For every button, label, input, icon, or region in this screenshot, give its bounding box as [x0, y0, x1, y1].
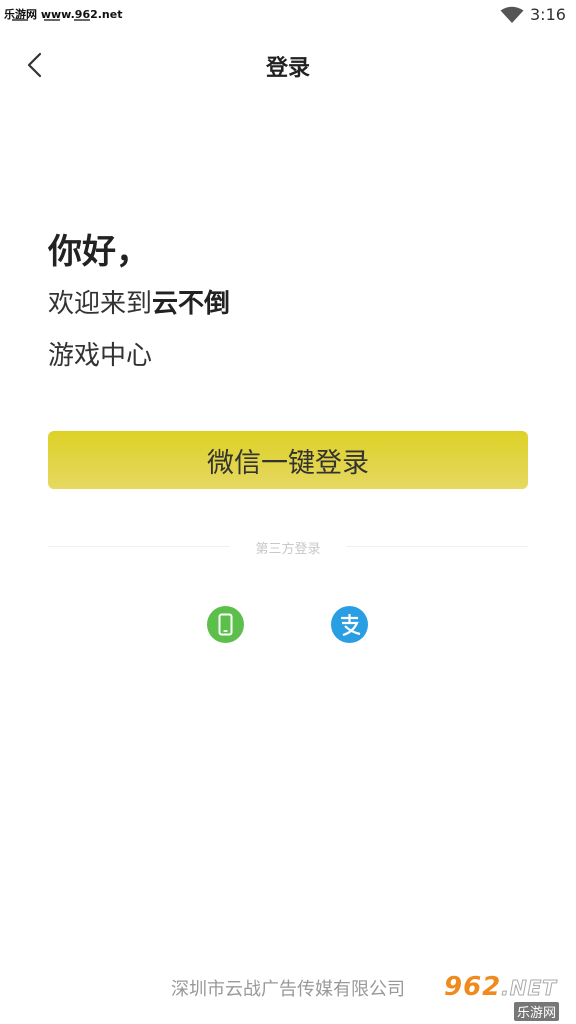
brand-name: 云不倒: [152, 289, 231, 319]
phone-login-button[interactable]: [207, 606, 244, 643]
welcome-line: 欢迎来到云不倒: [48, 283, 230, 320]
third-party-label: 第三方登录: [255, 542, 321, 557]
notification-icons: [12, 19, 90, 23]
alipay-login-button[interactable]: [331, 606, 368, 643]
nav-bar: 登录: [0, 40, 576, 92]
status-bar: 乐游网 www.962.net 3:16: [0, 0, 576, 30]
game-center-label: 游戏中心: [48, 341, 153, 371]
clock: 3:16: [530, 5, 566, 24]
back-arrow-icon[interactable]: [22, 52, 48, 78]
greeting-hello: 你好，: [48, 232, 150, 272]
watermark-logo-suffix: .NET: [501, 976, 557, 1001]
third-party-divider: 第三方登录: [48, 537, 528, 557]
watermark-site-name: 乐游网: [514, 1002, 560, 1021]
phone-icon: [218, 613, 233, 636]
divider-line-right: [346, 546, 528, 547]
alipay-icon: [341, 614, 361, 637]
watermark-logo-text: 962.NET: [444, 972, 557, 1002]
wechat-login-button[interactable]: 微信一键登录: [48, 431, 528, 489]
wifi-icon: [500, 6, 524, 23]
page-title: 登录: [265, 56, 310, 81]
watermark-logo-number: 962: [444, 972, 502, 1002]
welcome-prefix: 欢迎来到: [48, 289, 153, 319]
site-watermark-logo: 962.NET 乐游网: [436, 968, 572, 1021]
